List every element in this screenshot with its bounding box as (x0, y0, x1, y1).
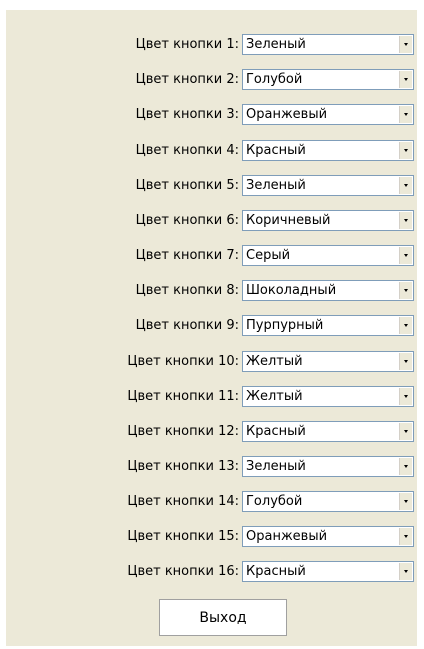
dropdown-arrow-icon[interactable] (399, 493, 412, 510)
color-row-16: Цвет кнопки 16: Красный (6, 561, 417, 583)
color-select-1[interactable]: Зеленый (242, 34, 414, 55)
color-row-11: Цвет кнопки 11: Желтый (6, 386, 417, 408)
row-label: Цвет кнопки 3: (135, 107, 239, 122)
row-label: Цвет кнопки 7: (135, 248, 239, 263)
selected-value: Оранжевый (246, 107, 328, 122)
dropdown-arrow-icon[interactable] (399, 247, 412, 264)
selected-value: Шоколадный (246, 283, 337, 298)
dropdown-arrow-icon[interactable] (399, 177, 412, 194)
dropdown-arrow-icon[interactable] (399, 71, 412, 88)
color-row-8: Цвет кнопки 8: Шоколадный (6, 280, 417, 302)
row-label: Цвет кнопки 5: (135, 178, 239, 193)
color-select-5[interactable]: Зеленый (242, 175, 414, 196)
color-row-3: Цвет кнопки 3: Оранжевый (6, 104, 417, 126)
color-row-5: Цвет кнопки 5: Зеленый (6, 175, 417, 197)
color-row-9: Цвет кнопки 9: Пурпурный (6, 315, 417, 337)
selected-value: Зеленый (246, 178, 306, 193)
row-label: Цвет кнопки 9: (135, 318, 239, 333)
dropdown-arrow-icon[interactable] (399, 388, 412, 405)
selected-value: Желтый (246, 354, 303, 369)
row-label: Цвет кнопки 1: (135, 37, 239, 52)
selected-value: Голубой (246, 494, 303, 509)
row-label: Цвет кнопки 2: (135, 72, 239, 87)
selected-value: Зеленый (246, 37, 306, 52)
dropdown-arrow-icon[interactable] (399, 212, 412, 229)
color-select-7[interactable]: Серый (242, 245, 414, 266)
selected-value: Красный (246, 424, 306, 439)
settings-panel: Цвет кнопки 1: Зеленый Цвет кнопки 2: Го… (6, 10, 417, 646)
color-select-12[interactable]: Красный (242, 421, 414, 442)
row-label: Цвет кнопки 12: (127, 424, 239, 439)
selected-value: Коричневый (246, 213, 331, 228)
selected-value: Серый (246, 248, 291, 263)
dropdown-arrow-icon[interactable] (399, 282, 412, 299)
color-row-15: Цвет кнопки 15: Оранжевый (6, 526, 417, 548)
color-select-9[interactable]: Пурпурный (242, 315, 414, 336)
dropdown-arrow-icon[interactable] (399, 106, 412, 123)
row-label: Цвет кнопки 11: (127, 389, 239, 404)
row-label: Цвет кнопки 4: (135, 143, 239, 158)
dropdown-arrow-icon[interactable] (399, 423, 412, 440)
color-select-15[interactable]: Оранжевый (242, 526, 414, 547)
color-row-12: Цвет кнопки 12: Красный (6, 421, 417, 443)
color-row-4: Цвет кнопки 4: Красный (6, 140, 417, 162)
row-label: Цвет кнопки 15: (127, 529, 239, 544)
row-label: Цвет кнопки 13: (127, 459, 239, 474)
color-row-10: Цвет кнопки 10: Желтый (6, 351, 417, 373)
selected-value: Желтый (246, 389, 303, 404)
selected-value: Зеленый (246, 459, 306, 474)
dropdown-arrow-icon[interactable] (399, 458, 412, 475)
exit-button[interactable]: Выход (159, 599, 287, 636)
dropdown-arrow-icon[interactable] (399, 36, 412, 53)
color-select-8[interactable]: Шоколадный (242, 280, 414, 301)
color-select-10[interactable]: Желтый (242, 351, 414, 372)
row-label: Цвет кнопки 8: (135, 283, 239, 298)
row-label: Цвет кнопки 14: (127, 494, 239, 509)
row-label: Цвет кнопки 10: (127, 354, 239, 369)
dropdown-arrow-icon[interactable] (399, 563, 412, 580)
selected-value: Пурпурный (246, 318, 324, 333)
color-select-2[interactable]: Голубой (242, 69, 414, 90)
row-label: Цвет кнопки 6: (135, 213, 239, 228)
dropdown-arrow-icon[interactable] (399, 142, 412, 159)
color-select-13[interactable]: Зеленый (242, 456, 414, 477)
color-select-3[interactable]: Оранжевый (242, 104, 414, 125)
selected-value: Красный (246, 564, 306, 579)
color-select-14[interactable]: Голубой (242, 491, 414, 512)
color-row-7: Цвет кнопки 7: Серый (6, 245, 417, 267)
color-select-16[interactable]: Красный (242, 561, 414, 582)
color-row-1: Цвет кнопки 1: Зеленый (6, 34, 417, 56)
color-select-11[interactable]: Желтый (242, 386, 414, 407)
dropdown-arrow-icon[interactable] (399, 528, 412, 545)
selected-value: Оранжевый (246, 529, 328, 544)
color-select-4[interactable]: Красный (242, 140, 414, 161)
color-row-6: Цвет кнопки 6: Коричневый (6, 210, 417, 232)
row-label: Цвет кнопки 16: (127, 564, 239, 579)
dropdown-arrow-icon[interactable] (399, 317, 412, 334)
dropdown-arrow-icon[interactable] (399, 353, 412, 370)
color-row-14: Цвет кнопки 14: Голубой (6, 491, 417, 513)
color-row-13: Цвет кнопки 13: Зеленый (6, 456, 417, 478)
color-select-6[interactable]: Коричневый (242, 210, 414, 231)
selected-value: Голубой (246, 72, 303, 87)
color-row-2: Цвет кнопки 2: Голубой (6, 69, 417, 91)
selected-value: Красный (246, 143, 306, 158)
